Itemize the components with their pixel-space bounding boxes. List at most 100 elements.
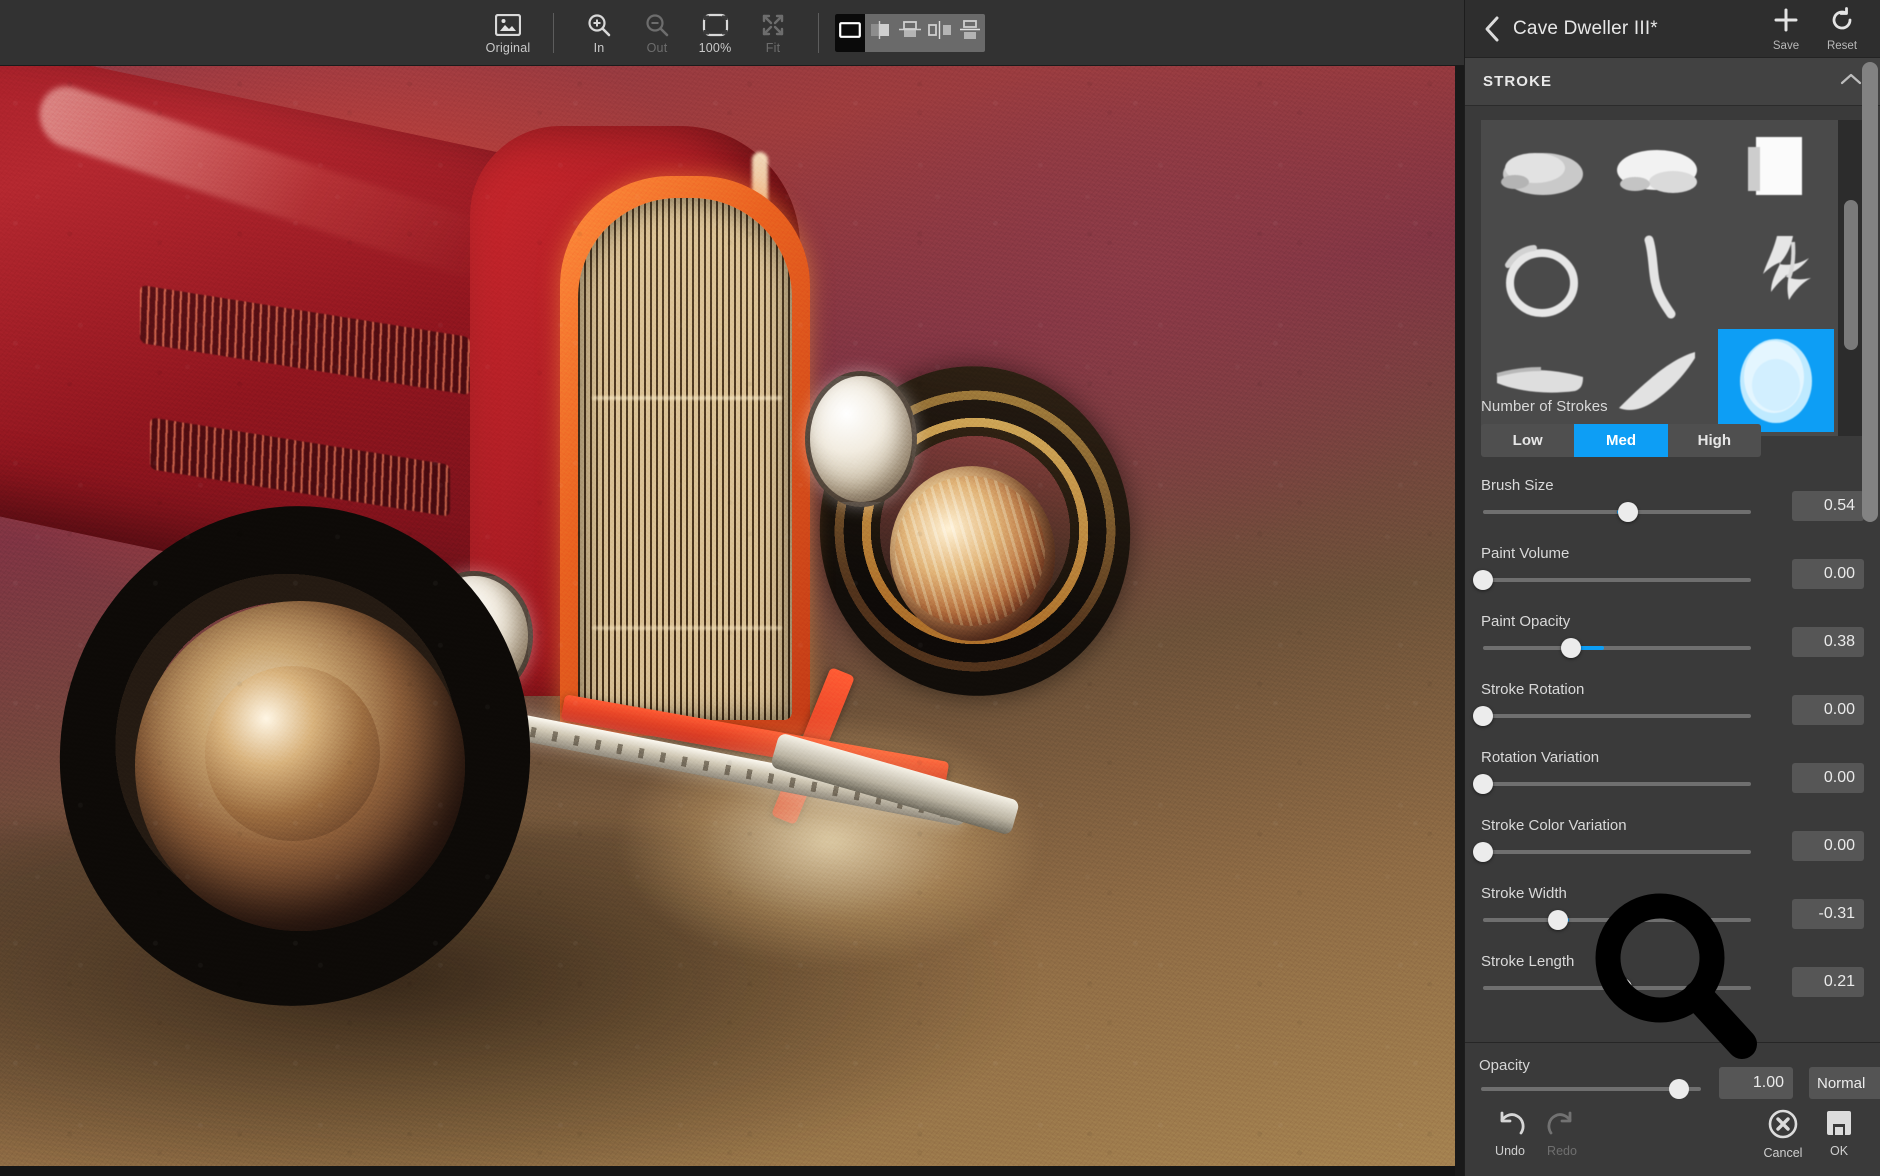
preset-title: Cave Dweller III* <box>1513 17 1658 39</box>
splatter-brush-icon <box>1762 235 1811 300</box>
slider-row: Rotation Variation 0.00 <box>1473 749 1864 801</box>
slider-row: Stroke Rotation 0.00 <box>1473 681 1864 733</box>
slider-label: Stroke Length <box>1481 953 1575 970</box>
slider-value[interactable]: 0.00 <box>1792 763 1864 793</box>
panel-bottom-bar: Opacity 1.00 Normal Undo Redo Cancel OK <box>1465 1042 1880 1176</box>
brush-preset-splatter[interactable] <box>1718 227 1834 330</box>
zoom-out-button[interactable]: Out <box>628 4 686 62</box>
save-preset-button[interactable]: Save <box>1758 6 1814 52</box>
brush-grid-scroll-thumb[interactable] <box>1844 200 1858 350</box>
brush-preset-thin-curve[interactable] <box>1601 227 1717 330</box>
view-side-by-side-button[interactable] <box>925 14 955 52</box>
reset-preset-label: Reset <box>1826 39 1858 52</box>
slider-label: Paint Volume <box>1481 545 1570 562</box>
zoom-100-button[interactable]: 100% <box>686 4 744 62</box>
stroke-section-header[interactable]: STROKE <box>1465 58 1880 106</box>
slider-track[interactable] <box>1473 706 1751 726</box>
reset-circular-arrow-icon <box>1828 6 1856 39</box>
number-of-strokes-segmented: Low Med High <box>1481 424 1761 457</box>
slider-value[interactable]: 0.54 <box>1792 491 1864 521</box>
slider-knob[interactable] <box>1548 910 1569 930</box>
slider-track[interactable] <box>1483 638 1751 658</box>
zoom-in-icon <box>586 10 612 40</box>
brush-preset-ring[interactable] <box>1485 227 1601 330</box>
brush-preset-soft-cloud[interactable] <box>1485 124 1601 227</box>
brush-preset-dense-cloud[interactable] <box>1601 124 1717 227</box>
original-button[interactable]: Original <box>479 4 537 62</box>
slider-knob[interactable] <box>1617 502 1638 522</box>
tapered-streak-brush-icon <box>1496 366 1584 393</box>
app-window: Original In Out 100% Fit Cave Dweller II… <box>0 0 1880 1176</box>
opacity-value[interactable]: 1.00 <box>1719 1067 1793 1099</box>
reset-preset-button[interactable]: Reset <box>1814 6 1870 52</box>
fit-button[interactable]: Fit <box>744 4 802 62</box>
view-split-horizontal-button[interactable] <box>895 14 925 52</box>
slider-track[interactable] <box>1483 910 1751 930</box>
slider-value[interactable]: 0.21 <box>1792 967 1864 997</box>
stroke-section-title: STROKE <box>1483 73 1553 90</box>
brush-preset-grid <box>1481 120 1838 436</box>
brush-preset-area <box>1481 120 1864 436</box>
panel-header: Cave Dweller III* Save Reset <box>1465 0 1880 58</box>
grille-band-lower <box>592 626 782 630</box>
slider-knob[interactable] <box>1473 842 1493 862</box>
slider-value[interactable]: -0.31 <box>1792 899 1864 929</box>
grille-band-upper <box>592 396 782 400</box>
chevron-left-icon[interactable] <box>1479 15 1505 43</box>
slider-knob[interactable] <box>1561 638 1582 658</box>
zoom-out-label: Out <box>646 41 668 55</box>
view-split-horizontal-icon <box>898 20 922 45</box>
slider-knob[interactable] <box>1473 570 1493 590</box>
panel-scroll-thumb[interactable] <box>1862 62 1878 522</box>
slider-knob[interactable] <box>1473 774 1493 794</box>
view-stacked-icon <box>959 19 981 46</box>
opacity-slider[interactable] <box>1481 1079 1701 1099</box>
canvas-bottom-edge <box>0 1166 1455 1176</box>
view-single-button[interactable] <box>835 13 865 52</box>
slider-track[interactable] <box>1483 502 1751 522</box>
toolbar-divider-2 <box>818 12 819 53</box>
slider-knob[interactable] <box>1473 706 1493 726</box>
slider-row: Stroke Length 0.21 <box>1481 953 1864 1005</box>
slider-track[interactable] <box>1473 774 1751 794</box>
slider-knob[interactable] <box>1612 978 1633 998</box>
slider-track[interactable] <box>1473 570 1751 590</box>
top-toolbar: Original In Out 100% Fit <box>0 0 1464 66</box>
strokes-option-low[interactable]: Low <box>1481 424 1574 457</box>
blend-mode-select[interactable]: Normal <box>1809 1067 1880 1099</box>
panel-scrollbar[interactable] <box>1862 62 1878 1036</box>
strokes-option-med[interactable]: Med <box>1574 424 1668 457</box>
opacity-slider-knob[interactable] <box>1669 1079 1689 1099</box>
effect-settings-panel: Cave Dweller III* Save Reset STROKE Numb… <box>1464 0 1880 1176</box>
cancel-circle-x-icon <box>1767 1108 1799 1145</box>
slider-value[interactable]: 0.38 <box>1792 627 1864 657</box>
slider-value[interactable]: 0.00 <box>1792 559 1864 589</box>
strokes-option-high[interactable]: High <box>1668 424 1761 457</box>
stroke-controls: Number of Strokes Low Med High Brush Siz… <box>1465 398 1880 1042</box>
slider-track[interactable] <box>1473 842 1751 862</box>
slider-track[interactable] <box>1483 978 1751 998</box>
brush-grid-scrollbar[interactable] <box>1838 120 1864 436</box>
artwork-image[interactable] <box>0 66 1455 1166</box>
fit-screen-icon <box>760 10 786 40</box>
plus-icon <box>1772 6 1800 39</box>
view-side-by-side-icon <box>927 20 953 45</box>
zoom-in-button[interactable]: In <box>570 4 628 62</box>
ok-button[interactable]: OK <box>1808 1108 1870 1158</box>
cancel-button[interactable]: Cancel <box>1752 1108 1814 1160</box>
soft-cloud-brush-icon <box>1501 153 1584 196</box>
slider-stack: Brush Size 0.54 Paint Volume 0.00 Paint Opac… <box>1473 477 1864 1005</box>
slider-value[interactable]: 0.00 <box>1792 831 1864 861</box>
canvas-viewport[interactable] <box>0 66 1464 1176</box>
redo-label: Redo <box>1547 1144 1577 1158</box>
view-split-vertical-button[interactable] <box>865 14 895 52</box>
chevron-up-icon[interactable] <box>1840 72 1862 91</box>
slider-label: Paint Opacity <box>1481 613 1571 630</box>
radiator-grille <box>578 198 792 720</box>
dense-cloud-brush-icon <box>1617 150 1698 194</box>
actual-size-icon <box>702 10 729 40</box>
slider-value[interactable]: 0.00 <box>1792 695 1864 725</box>
brush-preset-flat-block[interactable] <box>1718 124 1834 227</box>
redo-button[interactable]: Redo <box>1531 1108 1593 1158</box>
view-stacked-button[interactable] <box>955 14 985 52</box>
